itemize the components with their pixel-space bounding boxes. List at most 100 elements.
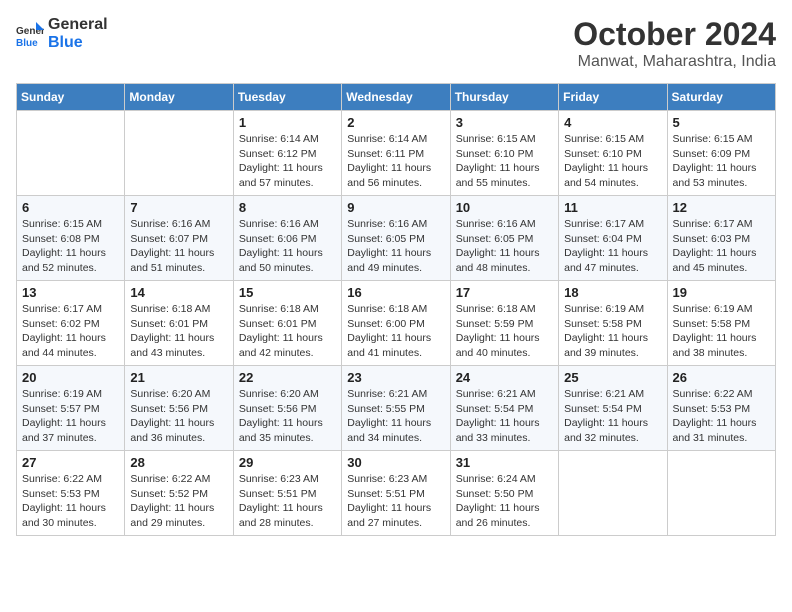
day-number: 31 <box>456 455 553 470</box>
day-info: Sunrise: 6:16 AMSunset: 6:05 PMDaylight:… <box>347 217 444 276</box>
weekday-header-cell: Thursday <box>450 84 558 111</box>
day-number: 8 <box>239 200 336 215</box>
calendar-day-cell: 14Sunrise: 6:18 AMSunset: 6:01 PMDayligh… <box>125 281 233 366</box>
weekday-header-cell: Friday <box>559 84 667 111</box>
calendar-day-cell: 19 Sunrise: 6:19 AMSunset: 5:58 PMDayligh… <box>667 281 775 366</box>
day-info: Sunrise: 6:18 AMSunset: 6:01 PMDaylight:… <box>239 302 336 361</box>
day-number: 19 <box>673 285 770 300</box>
day-number: 29 <box>239 455 336 470</box>
calendar-week-row: 27 Sunrise: 6:22 AMSunset: 5:53 PMDayligh… <box>17 451 776 536</box>
calendar-week-row: 20 Sunrise: 6:19 AMSunset: 5:57 PMDayligh… <box>17 366 776 451</box>
day-number: 13 <box>22 285 119 300</box>
calendar-day-cell <box>559 451 667 536</box>
day-number: 20 <box>22 370 119 385</box>
calendar-day-cell: 1 Sunrise: 6:14 AMSunset: 6:12 PMDaylight… <box>233 111 341 196</box>
calendar-day-cell: 25Sunrise: 6:21 AMSunset: 5:54 PMDayligh… <box>559 366 667 451</box>
day-number: 12 <box>673 200 770 215</box>
day-number: 4 <box>564 115 661 130</box>
day-info: Sunrise: 6:16 AMSunset: 6:07 PMDaylight:… <box>130 217 227 276</box>
logo-icon: General Blue <box>16 20 44 48</box>
calendar-day-cell <box>17 111 125 196</box>
calendar-day-cell: 8Sunrise: 6:16 AMSunset: 6:06 PMDaylight… <box>233 196 341 281</box>
day-info: Sunrise: 6:18 AMSunset: 6:00 PMDaylight:… <box>347 302 444 361</box>
calendar-day-cell: 10Sunrise: 6:16 AMSunset: 6:05 PMDayligh… <box>450 196 558 281</box>
calendar-day-cell: 2 Sunrise: 6:14 AMSunset: 6:11 PMDaylight… <box>342 111 450 196</box>
day-number: 9 <box>347 200 444 215</box>
calendar-day-cell: 13 Sunrise: 6:17 AMSunset: 6:02 PMDayligh… <box>17 281 125 366</box>
day-info: Sunrise: 6:19 AMSunset: 5:58 PMDaylight:… <box>673 302 770 361</box>
calendar-day-cell: 26 Sunrise: 6:22 AMSunset: 5:53 PMDayligh… <box>667 366 775 451</box>
calendar-week-row: 13 Sunrise: 6:17 AMSunset: 6:02 PMDayligh… <box>17 281 776 366</box>
day-info: Sunrise: 6:19 AMSunset: 5:58 PMDaylight:… <box>564 302 661 361</box>
day-info: Sunrise: 6:17 AMSunset: 6:04 PMDaylight:… <box>564 217 661 276</box>
weekday-header-cell: Sunday <box>17 84 125 111</box>
day-info: Sunrise: 6:22 AMSunset: 5:53 PMDaylight:… <box>673 387 770 446</box>
calendar-day-cell: 12 Sunrise: 6:17 AMSunset: 6:03 PMDayligh… <box>667 196 775 281</box>
logo-general: General <box>48 16 108 34</box>
day-number: 30 <box>347 455 444 470</box>
calendar-body: 1 Sunrise: 6:14 AMSunset: 6:12 PMDaylight… <box>17 111 776 536</box>
calendar-day-cell: 5Sunrise: 6:15 AMSunset: 6:09 PMDaylight… <box>667 111 775 196</box>
day-number: 15 <box>239 285 336 300</box>
calendar-day-cell: 23 Sunrise: 6:21 AMSunset: 5:55 PMDayligh… <box>342 366 450 451</box>
day-number: 6 <box>22 200 119 215</box>
day-number: 2 <box>347 115 444 130</box>
day-info: Sunrise: 6:21 AMSunset: 5:55 PMDaylight:… <box>347 387 444 446</box>
calendar-day-cell: 29 Sunrise: 6:23 AMSunset: 5:51 PMDayligh… <box>233 451 341 536</box>
weekday-header-row: SundayMondayTuesdayWednesdayThursdayFrid… <box>17 84 776 111</box>
day-info: Sunrise: 6:20 AMSunset: 5:56 PMDaylight:… <box>130 387 227 446</box>
day-number: 22 <box>239 370 336 385</box>
day-info: Sunrise: 6:23 AMSunset: 5:51 PMDaylight:… <box>347 472 444 531</box>
day-info: Sunrise: 6:23 AMSunset: 5:51 PMDaylight:… <box>239 472 336 531</box>
calendar-week-row: 6 Sunrise: 6:15 AMSunset: 6:08 PMDaylight… <box>17 196 776 281</box>
calendar-day-cell: 3Sunrise: 6:15 AMSunset: 6:10 PMDaylight… <box>450 111 558 196</box>
calendar-day-cell: 11 Sunrise: 6:17 AMSunset: 6:04 PMDayligh… <box>559 196 667 281</box>
day-info: Sunrise: 6:17 AMSunset: 6:02 PMDaylight:… <box>22 302 119 361</box>
day-info: Sunrise: 6:15 AMSunset: 6:08 PMDaylight:… <box>22 217 119 276</box>
calendar-day-cell: 27 Sunrise: 6:22 AMSunset: 5:53 PMDayligh… <box>17 451 125 536</box>
day-info: Sunrise: 6:19 AMSunset: 5:57 PMDaylight:… <box>22 387 119 446</box>
weekday-header-cell: Monday <box>125 84 233 111</box>
day-number: 26 <box>673 370 770 385</box>
day-number: 11 <box>564 200 661 215</box>
calendar-day-cell: 15 Sunrise: 6:18 AMSunset: 6:01 PMDayligh… <box>233 281 341 366</box>
weekday-header-cell: Saturday <box>667 84 775 111</box>
calendar-day-cell: 31 Sunrise: 6:24 AMSunset: 5:50 PMDayligh… <box>450 451 558 536</box>
calendar-day-cell: 22Sunrise: 6:20 AMSunset: 5:56 PMDayligh… <box>233 366 341 451</box>
calendar-week-row: 1 Sunrise: 6:14 AMSunset: 6:12 PMDaylight… <box>17 111 776 196</box>
day-number: 1 <box>239 115 336 130</box>
calendar-day-cell: 16Sunrise: 6:18 AMSunset: 6:00 PMDayligh… <box>342 281 450 366</box>
day-info: Sunrise: 6:18 AMSunset: 6:01 PMDaylight:… <box>130 302 227 361</box>
calendar-day-cell: 17 Sunrise: 6:18 AMSunset: 5:59 PMDayligh… <box>450 281 558 366</box>
day-number: 17 <box>456 285 553 300</box>
calendar-day-cell: 4 Sunrise: 6:15 AMSunset: 6:10 PMDaylight… <box>559 111 667 196</box>
calendar-day-cell: 7Sunrise: 6:16 AMSunset: 6:07 PMDaylight… <box>125 196 233 281</box>
calendar-day-cell: 30 Sunrise: 6:23 AMSunset: 5:51 PMDayligh… <box>342 451 450 536</box>
calendar-day-cell: 9 Sunrise: 6:16 AMSunset: 6:05 PMDaylight… <box>342 196 450 281</box>
day-info: Sunrise: 6:14 AMSunset: 6:12 PMDaylight:… <box>239 132 336 191</box>
day-number: 23 <box>347 370 444 385</box>
day-info: Sunrise: 6:16 AMSunset: 6:05 PMDaylight:… <box>456 217 553 276</box>
day-info: Sunrise: 6:14 AMSunset: 6:11 PMDaylight:… <box>347 132 444 191</box>
calendar-title-area: October 2024 Manwat, Maharashtra, India <box>573 16 776 71</box>
calendar-day-cell: 21Sunrise: 6:20 AMSunset: 5:56 PMDayligh… <box>125 366 233 451</box>
logo: General Blue General Blue <box>16 16 108 51</box>
day-info: Sunrise: 6:17 AMSunset: 6:03 PMDaylight:… <box>673 217 770 276</box>
day-info: Sunrise: 6:15 AMSunset: 6:10 PMDaylight:… <box>456 132 553 191</box>
calendar-day-cell: 28Sunrise: 6:22 AMSunset: 5:52 PMDayligh… <box>125 451 233 536</box>
day-number: 27 <box>22 455 119 470</box>
day-info: Sunrise: 6:24 AMSunset: 5:50 PMDaylight:… <box>456 472 553 531</box>
day-number: 18 <box>564 285 661 300</box>
calendar-day-cell: 24Sunrise: 6:21 AMSunset: 5:54 PMDayligh… <box>450 366 558 451</box>
month-title: October 2024 <box>573 16 776 53</box>
day-info: Sunrise: 6:22 AMSunset: 5:53 PMDaylight:… <box>22 472 119 531</box>
calendar-day-cell: 18 Sunrise: 6:19 AMSunset: 5:58 PMDayligh… <box>559 281 667 366</box>
logo-blue: Blue <box>48 34 108 52</box>
page-header: General Blue General Blue October 2024 M… <box>16 16 776 71</box>
day-info: Sunrise: 6:18 AMSunset: 5:59 PMDaylight:… <box>456 302 553 361</box>
weekday-header-cell: Wednesday <box>342 84 450 111</box>
location-title: Manwat, Maharashtra, India <box>573 53 776 71</box>
day-number: 24 <box>456 370 553 385</box>
weekday-header-cell: Tuesday <box>233 84 341 111</box>
day-info: Sunrise: 6:15 AMSunset: 6:10 PMDaylight:… <box>564 132 661 191</box>
